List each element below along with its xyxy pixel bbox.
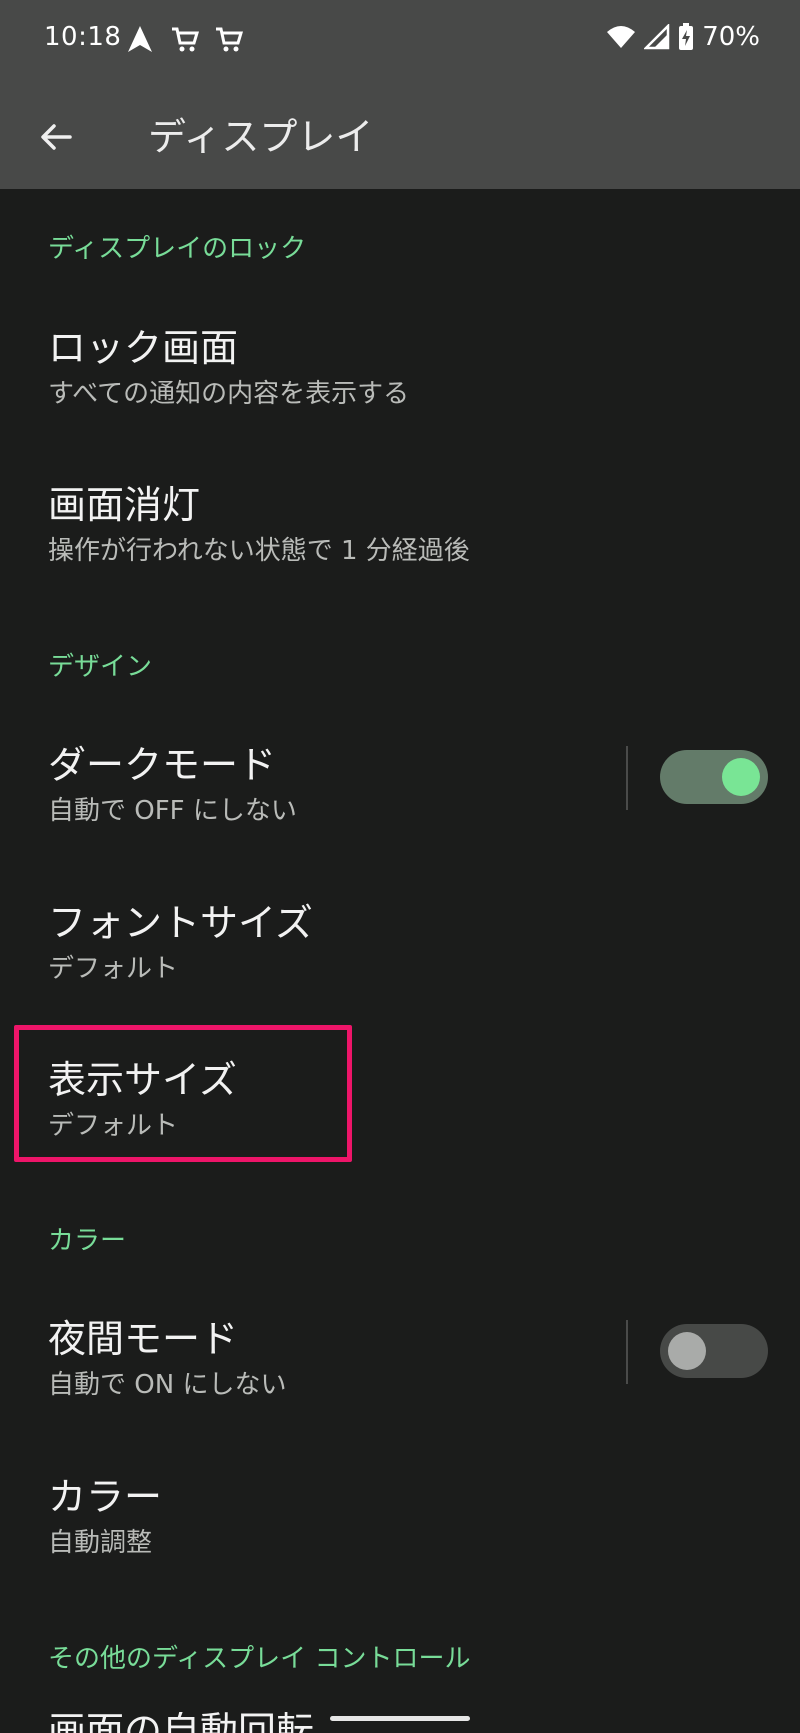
app-bar: ディスプレイ xyxy=(0,85,800,189)
wifi-icon xyxy=(607,26,636,48)
dark-mode-item[interactable]: ダークモード 自動で OFF にしない xyxy=(0,712,800,850)
divider xyxy=(626,746,628,810)
item-title: 画面消灯 xyxy=(48,483,201,527)
toggle-knob xyxy=(668,1332,706,1370)
page-title: ディスプレイ xyxy=(148,115,374,159)
dark-mode-toggle[interactable] xyxy=(660,750,768,804)
colors-item[interactable]: カラー 自動調整 xyxy=(0,1444,800,1582)
cart-icon xyxy=(170,24,200,54)
arrow-left-icon xyxy=(41,124,72,150)
cell-signal-icon xyxy=(644,24,670,50)
section-header-other: その他のディスプレイ コントロール xyxy=(48,1644,471,1674)
item-title: ダークモード xyxy=(48,743,277,787)
item-subtitle: 自動で ON にしない xyxy=(48,1370,287,1400)
battery-percentage: 70% xyxy=(702,22,760,52)
cart-icon xyxy=(214,24,244,54)
item-subtitle: 自動調整 xyxy=(48,1528,153,1558)
navigation-arrow-icon xyxy=(126,24,156,54)
item-subtitle: 操作が行われない状態で 1 分経過後 xyxy=(48,536,470,566)
lock-screen-item[interactable]: ロック画面 すべての通知の内容を表示する xyxy=(0,295,800,433)
item-title: ロック画面 xyxy=(48,326,239,370)
item-title: カラー xyxy=(48,1475,163,1519)
divider xyxy=(626,1320,628,1384)
item-title: 夜間モード xyxy=(48,1317,239,1361)
toggle-knob xyxy=(722,758,760,796)
item-subtitle: デフォルト xyxy=(48,954,179,984)
night-light-toggle[interactable] xyxy=(660,1324,768,1378)
back-button[interactable] xyxy=(28,109,84,165)
font-size-item[interactable]: フォントサイズ デフォルト xyxy=(0,870,800,1008)
section-header-design: デザイン xyxy=(48,652,153,682)
gesture-nav-handle[interactable] xyxy=(330,1716,470,1721)
section-header-lock: ディスプレイのロック xyxy=(48,234,307,264)
night-light-item[interactable]: 夜間モード 自動で ON にしない xyxy=(0,1286,800,1424)
notification-icons xyxy=(126,24,244,54)
status-bar: 10:18 70% xyxy=(0,0,800,85)
item-title: フォントサイズ xyxy=(48,901,313,945)
section-header-color: カラー xyxy=(48,1226,127,1256)
auto-rotate-item[interactable]: 画面の自動回転 xyxy=(48,1712,314,1733)
highlight-box xyxy=(14,1025,352,1162)
item-subtitle: 自動で OFF にしない xyxy=(48,796,297,826)
status-time: 10:18 xyxy=(44,22,122,52)
battery-charging-icon xyxy=(679,23,694,50)
item-subtitle: すべての通知の内容を表示する xyxy=(48,379,410,409)
screen-timeout-item[interactable]: 画面消灯 操作が行われない状態で 1 分経過後 xyxy=(0,452,800,590)
system-status-icons: 70% xyxy=(606,22,760,52)
